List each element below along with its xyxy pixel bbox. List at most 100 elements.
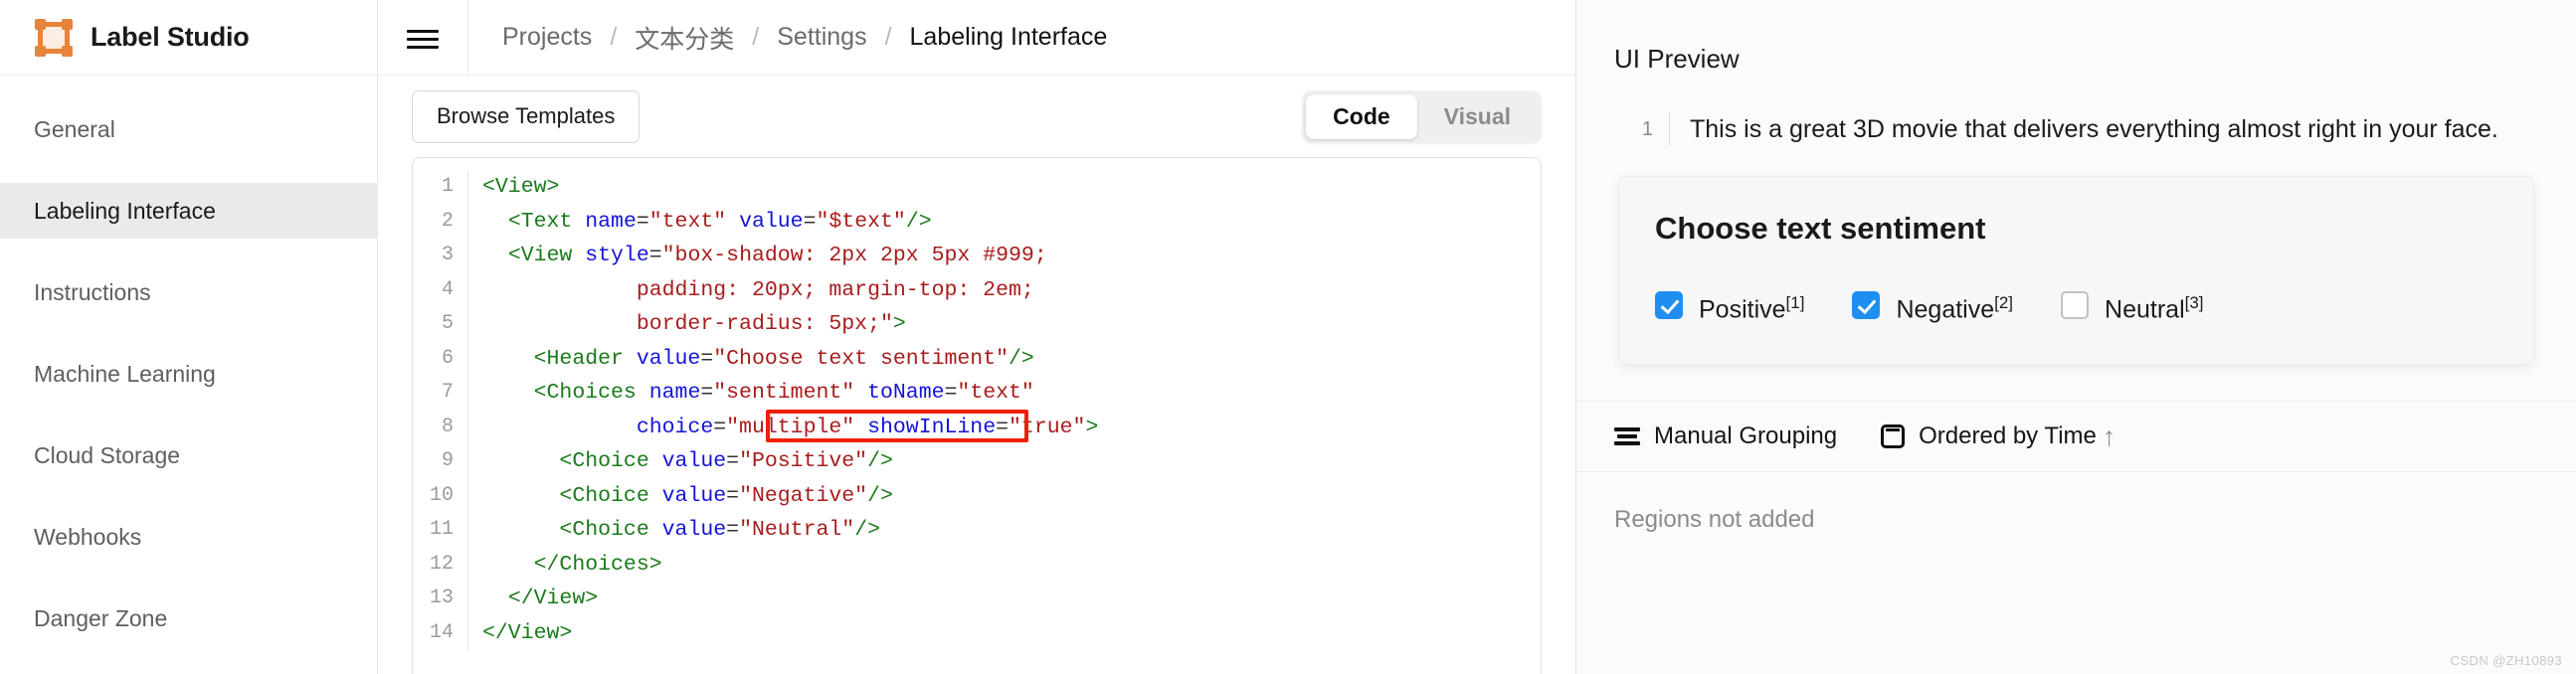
choice-option-positive[interactable]: Positive[1] <box>1655 288 1804 324</box>
code-line-text[interactable]: <Choice value="Positive"/> <box>468 444 892 479</box>
choice-hotkey: [1] <box>1785 293 1805 312</box>
code-token: <View> <box>482 175 560 199</box>
code-token: = <box>803 209 817 234</box>
choice-option-neutral[interactable]: Neutral[3] <box>2061 288 2204 324</box>
code-line-text[interactable]: choice="multiple" showInLine="true"> <box>468 411 1099 445</box>
code-token: "sentiment" <box>713 381 855 405</box>
sidebar-item-danger-zone[interactable]: Danger Zone <box>0 590 377 646</box>
brand-title: Label Studio <box>91 22 250 52</box>
code-line-number: 4 <box>413 272 468 307</box>
view-toggle-visual[interactable]: Visual <box>1417 94 1538 139</box>
code-token: <Choices <box>533 381 649 405</box>
code-line: 9 <Choice value="Positive"/> <box>413 444 1541 479</box>
code-line: 7 <Choices name="sentiment" toName="text… <box>413 376 1541 411</box>
choice-label: Negative[2] <box>1896 288 2013 324</box>
code-line-text[interactable]: padding: 20px; margin-top: 2em; <box>468 273 1034 308</box>
code-token: value <box>661 449 727 473</box>
breadcrumb-item-1[interactable]: 文本分类 <box>635 20 734 56</box>
preview-panel: UI Preview 1 This is a great 3D movie th… <box>1576 0 2576 674</box>
checkbox-neutral[interactable] <box>2061 291 2090 319</box>
hamburger-menu-icon[interactable] <box>402 17 444 59</box>
code-token: "true" <box>1009 415 1086 439</box>
code-line-text[interactable]: <View> <box>468 170 559 205</box>
code-token: = <box>713 415 727 439</box>
code-line-text[interactable]: border-radius: 5px;"> <box>468 307 906 342</box>
code-line-number: 8 <box>413 410 468 444</box>
code-token: <Choice <box>559 518 662 542</box>
code-line-text[interactable]: <Choice value="Neutral"/> <box>468 513 880 548</box>
code-token: = <box>700 346 714 371</box>
sidebar-item-webhooks[interactable]: Webhooks <box>0 509 377 565</box>
code-line-text[interactable]: <Text name="text" value="$text"/> <box>468 205 932 240</box>
code-line-number: 1 <box>413 170 468 205</box>
code-line-text[interactable]: <Header value="Choose text sentiment"/> <box>468 342 1034 377</box>
code-token: value <box>661 483 727 508</box>
ordered-by-time-control[interactable]: Ordered by Time ↑ <box>1881 422 2116 450</box>
code-token: </Choices> <box>533 552 662 577</box>
code-line: 6 <Header value="Choose text sentiment"/… <box>413 341 1541 377</box>
manual-grouping-label: Manual Grouping <box>1654 422 1838 450</box>
code-token: <Header <box>533 346 637 371</box>
checkbox-negative[interactable] <box>1852 291 1881 319</box>
sidebar: Label Studio General Labeling Interface In… <box>0 0 378 674</box>
task-line-number: 1 <box>1636 112 1670 146</box>
code-line-text[interactable]: <View style="box-shadow: 2px 2px 5px #99… <box>468 239 1047 273</box>
code-line-text[interactable]: </View> <box>468 582 598 616</box>
code-line-number: 12 <box>413 547 468 582</box>
code-line: 2 <Text name="text" value="$text"/> <box>413 204 1541 240</box>
code-line-text[interactable]: </View> <box>468 616 572 651</box>
code-token: "text" <box>648 209 727 234</box>
code-token: = <box>726 449 740 473</box>
code-line: 11 <Choice value="Neutral"/> <box>413 513 1541 548</box>
sidebar-item-machine-learning[interactable]: Machine Learning <box>0 346 377 402</box>
checkbox-positive[interactable] <box>1655 291 1683 319</box>
choice-option-negative[interactable]: Negative[2] <box>1852 288 2013 324</box>
view-mode-toggle: Code Visual <box>1302 90 1542 143</box>
breadcrumb-separator: / <box>884 23 892 51</box>
code-token: value <box>739 209 804 234</box>
code-token: = <box>636 209 649 234</box>
sidebar-item-cloud-storage[interactable]: Cloud Storage <box>0 427 377 483</box>
editor-toolbar: Browse Templates Code Visual <box>378 76 1575 157</box>
task-text-value: This is a great 3D movie that delivers e… <box>1690 115 2498 143</box>
breadcrumb-item-2[interactable]: Settings <box>777 23 866 52</box>
sidebar-item-label: Webhooks <box>34 523 142 550</box>
code-line-number: 6 <box>413 341 468 376</box>
editor-column: Projects / 文本分类 / Settings / Labeling Interfac… <box>378 0 1576 674</box>
code-token: <View <box>507 244 586 267</box>
code-token: "box-shadow: 2px 2px 5px #999; <box>661 244 1047 267</box>
code-token: = <box>700 381 714 405</box>
code-token: choice <box>636 415 714 439</box>
code-editor-lines: 1 <View> 2 <Text name="text" value="$text"… <box>413 158 1541 650</box>
code-token: = <box>726 483 740 508</box>
code-token: "Negative" <box>739 483 868 508</box>
code-line: 4 padding: 20px; margin-top: 2em; <box>413 272 1541 308</box>
code-line-text[interactable]: <Choices name="sentiment" toName="text" <box>468 376 1034 411</box>
breadcrumb-item-0[interactable]: Projects <box>502 23 592 52</box>
code-line-number: 13 <box>413 582 468 616</box>
choices-row: Positive[1] Negative[2] Neutral[3] <box>1655 288 2497 324</box>
code-line-text[interactable]: <Choice value="Negative"/> <box>468 479 892 514</box>
code-line-number: 2 <box>413 204 468 239</box>
code-editor[interactable]: 1 <View> 2 <Text name="text" value="$text"… <box>412 157 1542 674</box>
breadcrumb-item-3: Labeling Interface <box>909 23 1108 51</box>
browse-templates-button[interactable]: Browse Templates <box>412 89 641 143</box>
code-line-text[interactable]: </Choices> <box>468 548 662 583</box>
breadcrumb-separator: / <box>752 23 760 51</box>
sidebar-item-labeling-interface[interactable]: Labeling Interface <box>0 183 377 239</box>
view-toggle-code[interactable]: Code <box>1306 94 1417 139</box>
choice-label: Neutral[3] <box>2105 288 2204 324</box>
arrow-up-icon[interactable]: ↑ <box>2103 422 2116 450</box>
manual-grouping-control[interactable]: Manual Grouping <box>1614 422 1837 450</box>
sidebar-item-general[interactable]: General <box>0 101 377 157</box>
sidebar-item-instructions[interactable]: Instructions <box>0 264 377 320</box>
